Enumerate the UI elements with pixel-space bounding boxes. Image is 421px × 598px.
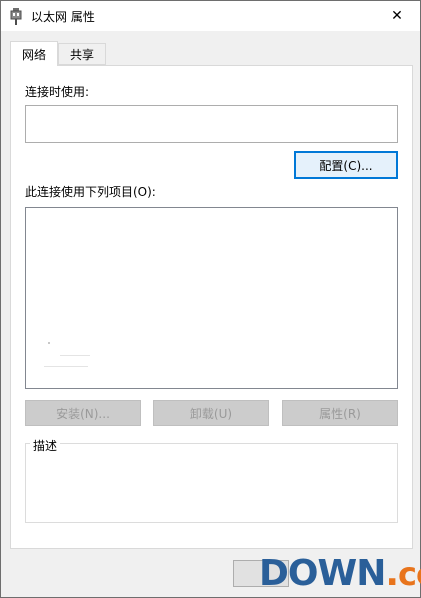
close-button[interactable]: ✕ [374, 1, 420, 31]
configure-button[interactable]: 配置(C)... [294, 151, 398, 179]
list-artifact [60, 355, 90, 356]
uninstall-button[interactable]: 卸载(U) [153, 400, 269, 426]
items-label: 此连接使用下列项目(O): [25, 185, 156, 199]
adapter-field[interactable] [25, 105, 398, 143]
list-artifact [44, 366, 88, 367]
title-bar[interactable]: 以太网 属性 ✕ [1, 1, 420, 31]
connect-using-label: 连接时使用: [25, 85, 90, 99]
properties-window: 以太网 属性 ✕ 网络 共享 连接时使用: 配置(C)... 此连接使用下列项目… [0, 0, 421, 598]
site-watermark-logo: DOWN.cc [259, 551, 421, 597]
properties-button[interactable]: 属性(R) [282, 400, 398, 426]
watermark-suffix: cc [398, 555, 421, 593]
description-legend: 描述 [30, 437, 61, 454]
tab-sharing[interactable]: 共享 [58, 43, 106, 65]
install-button-label: 安装(N)... [56, 406, 110, 421]
components-list[interactable] [25, 207, 398, 389]
tab-label: 网络 [21, 47, 46, 62]
watermark-dot: . [385, 553, 399, 594]
uninstall-button-label: 卸载(U) [189, 406, 233, 421]
install-button[interactable]: 安装(N)... [25, 400, 141, 426]
description-group [25, 443, 398, 523]
window-title: 以太网 属性 [31, 10, 95, 24]
tab-network[interactable]: 网络 [10, 41, 58, 66]
configure-button-label: 配置(C)... [319, 158, 373, 173]
tab-label: 共享 [69, 47, 94, 62]
list-artifact [48, 342, 50, 344]
network-adapter-icon [10, 8, 22, 25]
watermark-main: DOWN [259, 553, 386, 594]
properties-button-label: 属性(R) [319, 406, 361, 421]
close-icon: ✕ [391, 8, 403, 24]
